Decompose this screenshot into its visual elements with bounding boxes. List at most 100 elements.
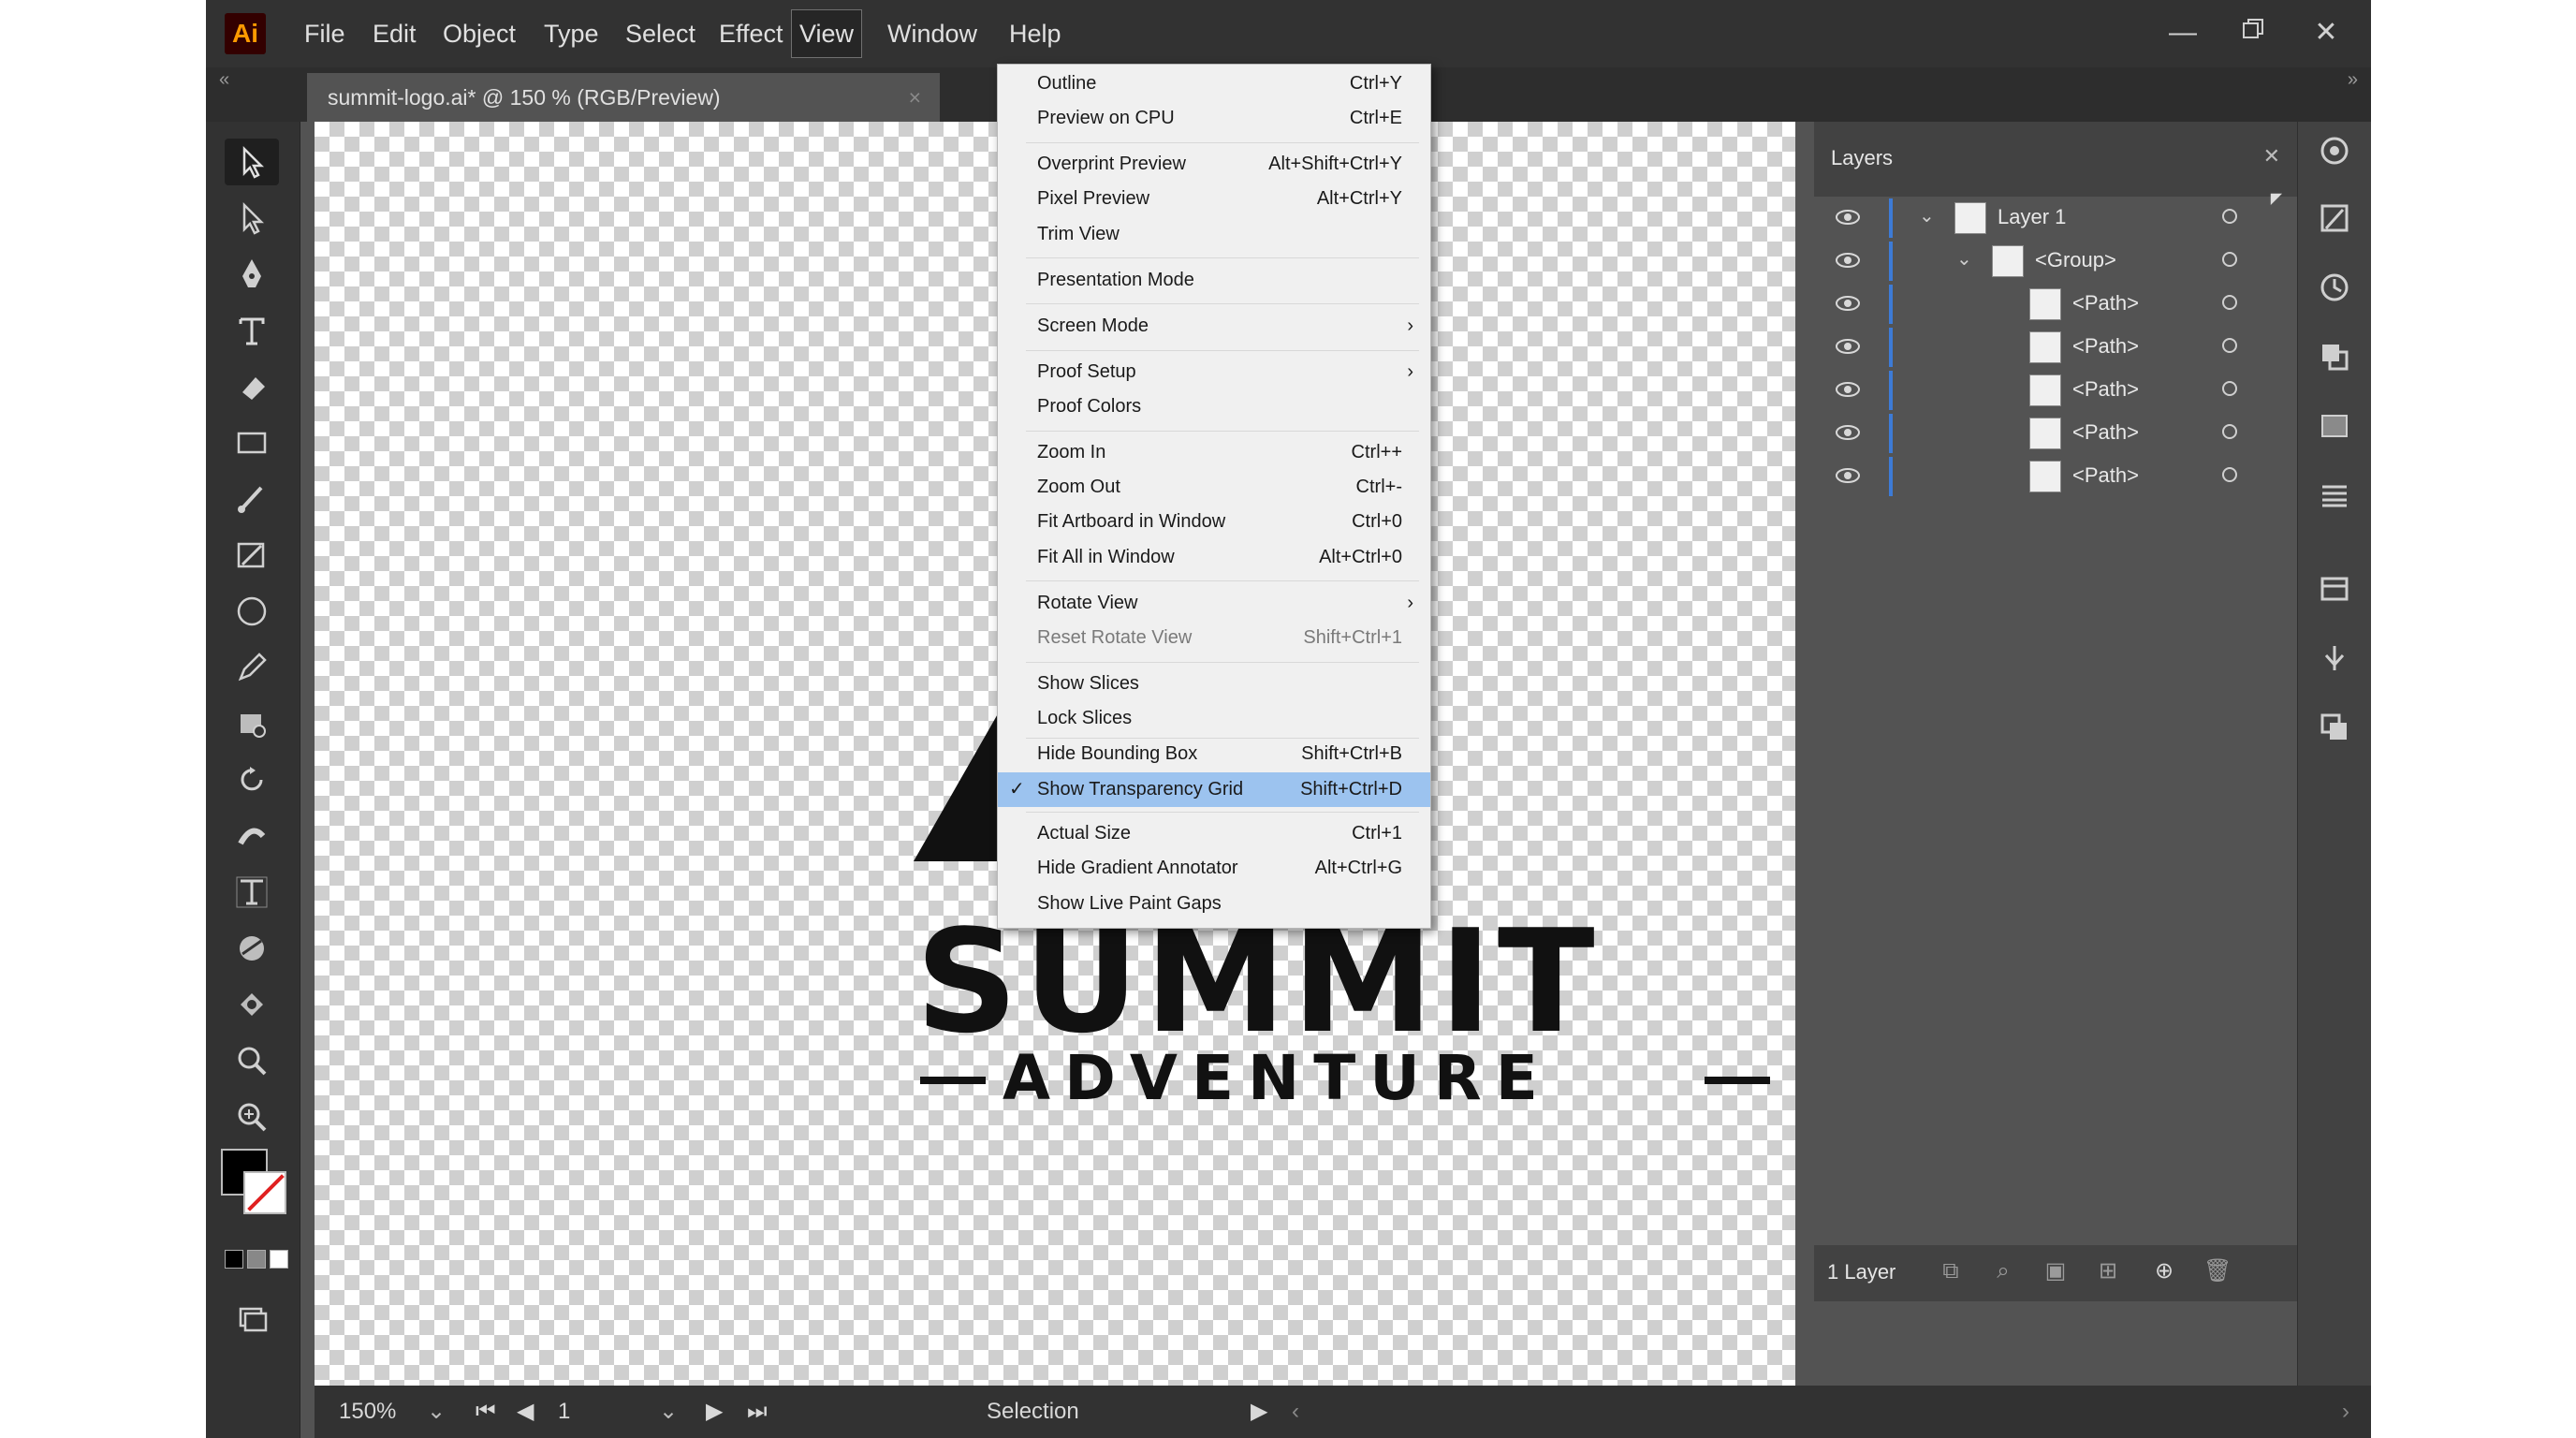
new-sublayer-icon[interactable]: ⊞ [2095,1258,2121,1284]
menu-item-zoom-out[interactable]: Zoom Out Ctrl+- [998,470,1430,505]
stroke-panel-icon[interactable] [2315,476,2354,515]
pen-tool-icon[interactable] [225,251,279,298]
document-tab[interactable]: summit-logo.ai* @ 150 % (RGB/Preview) × [307,73,940,122]
magnify-tool-icon[interactable] [225,1093,279,1140]
restore-icon[interactable] [2225,9,2281,56]
menu-item-lock-slices[interactable]: Lock Slices [998,701,1430,736]
target-icon[interactable] [2222,295,2237,310]
clipping-mask-icon[interactable]: ▣ [2042,1258,2069,1284]
scroll-right-icon[interactable]: › [2342,1386,2349,1438]
layer-name[interactable]: <Path> [2072,334,2139,359]
warp-tool-icon[interactable] [225,813,279,859]
target-icon[interactable] [2222,467,2237,482]
layer-name[interactable]: Layer 1 [1998,205,2066,229]
color-mode-swatch[interactable] [225,1250,243,1269]
properties-panel-icon[interactable] [2315,198,2354,238]
menu-item-presentation-mode[interactable]: Presentation Mode [998,263,1430,298]
artboards-panel-icon[interactable] [2315,708,2354,747]
none-mode-swatch[interactable] [270,1250,288,1269]
scroll-left-icon[interactable]: ‹ [1292,1386,1299,1438]
target-icon[interactable] [2222,252,2237,267]
layer-row[interactable]: <Path> [1814,326,2297,369]
shaper-tool-icon[interactable] [225,532,279,579]
menu-item-hide-gradient-annotator[interactable]: Hide Gradient Annotator Alt+Ctrl+G [998,851,1430,886]
menu-item-pixel-preview[interactable]: Pixel Preview Alt+Ctrl+Y [998,182,1430,216]
artboard-number[interactable]: 1 [558,1386,570,1438]
export-icon[interactable]: ⧉ [1938,1258,1964,1284]
layer-row[interactable]: <Path> [1814,412,2297,455]
gradient-panel-icon[interactable] [2315,406,2354,446]
tab-close-icon[interactable]: × [909,73,921,122]
menu-item-fit-artboard[interactable]: Fit Artboard in Window Ctrl+0 [998,505,1430,539]
eye-icon[interactable] [1835,466,1861,485]
artboard-dropdown-icon[interactable]: ⌄ [659,1386,678,1438]
layer-name[interactable]: <Path> [2072,463,2139,488]
collapse-right-icon[interactable]: » [2348,69,2358,91]
zoom-dropdown-icon[interactable]: ⌄ [427,1386,446,1438]
menu-file[interactable]: File [297,13,353,54]
pencil-tool-icon[interactable] [225,644,279,691]
menu-item-proof-setup[interactable]: Proof Setup › [998,355,1430,389]
rectangle-tool-icon[interactable] [225,419,279,466]
type-tool-icon[interactable] [225,307,279,354]
menu-type[interactable]: Type [536,13,607,54]
layer-name[interactable]: <Group> [2035,248,2116,272]
pathfinder-panel-icon[interactable] [2315,337,2354,376]
rotate-tool-icon[interactable] [225,756,279,803]
eye-icon[interactable] [1835,380,1861,399]
status-menu-arrow-icon[interactable]: ▶ [1251,1386,1267,1438]
target-icon[interactable] [2222,381,2237,396]
eye-icon[interactable] [1835,208,1861,227]
menu-select[interactable]: Select [618,13,703,54]
selection-tool-icon[interactable] [225,139,279,185]
minimize-icon[interactable]: — [2155,9,2211,56]
ellipse-tool-icon[interactable] [225,588,279,635]
menu-item-screen-mode[interactable]: Screen Mode › [998,309,1430,344]
libraries-panel-icon[interactable] [2315,569,2354,609]
symbols-panel-icon[interactable] [2315,638,2354,678]
area-type-tool-icon[interactable] [225,869,279,916]
layer-row[interactable]: ⌄ <Group> [1814,240,2297,283]
menu-item-outline[interactable]: Outline Ctrl+Y [998,66,1430,101]
live-paint-tool-icon[interactable] [225,981,279,1028]
menu-item-actual-size[interactable]: Actual Size Ctrl+1 [998,816,1430,851]
trash-icon[interactable]: 🗑 [2203,1258,2232,1284]
stroke-swatch[interactable] [243,1171,286,1214]
close-icon[interactable]: ✕ [2298,9,2354,56]
menu-help[interactable]: Help [1002,13,1069,54]
previous-artboard-icon[interactable]: ◀ [517,1386,534,1438]
layer-row[interactable]: <Path> [1814,369,2297,412]
last-artboard-icon[interactable]: ⏭ [747,1386,768,1438]
panel-close-icon[interactable]: ✕ [2263,144,2280,169]
zoom-level[interactable]: 150% [339,1386,396,1438]
eye-icon[interactable] [1835,337,1861,356]
shape-builder-tool-icon[interactable] [225,700,279,747]
screen-mode-icon[interactable] [225,1295,279,1342]
layer-row[interactable]: <Path> [1814,283,2297,326]
layer-row[interactable]: ⌄ Layer 1 [1814,197,2297,240]
menu-window[interactable]: Window [880,13,985,54]
blend-tool-icon[interactable] [225,925,279,972]
menu-item-show-live-paint-gaps[interactable]: Show Live Paint Gaps [998,887,1430,921]
zoom-tool-icon[interactable] [225,1037,279,1084]
gradient-mode-swatch[interactable] [247,1250,266,1269]
collapse-left-icon[interactable]: « [219,69,229,91]
layers-panel-title[interactable]: Layers [1831,146,1893,170]
target-icon[interactable] [2222,209,2237,224]
menu-item-show-slices[interactable]: Show Slices [998,667,1430,701]
menu-edit[interactable]: Edit [365,13,424,54]
menu-object[interactable]: Object [435,13,523,54]
chevron-down-icon[interactable]: ⌄ [1919,204,1935,227]
menu-item-proof-colors[interactable]: Proof Colors [998,389,1430,424]
menu-effect[interactable]: Effect [711,13,791,54]
layer-row[interactable]: <Path> [1814,455,2297,498]
menu-item-trim-view[interactable]: Trim View [998,217,1430,252]
layer-name[interactable]: <Path> [2072,291,2139,315]
new-layer-icon[interactable]: ⊕ [2151,1258,2177,1284]
next-artboard-icon[interactable]: ▶ [706,1386,723,1438]
menu-item-rotate-view[interactable]: Rotate View › [998,586,1430,621]
history-panel-icon[interactable] [2315,268,2354,307]
menu-item-fit-all[interactable]: Fit All in Window Alt+Ctrl+0 [998,540,1430,575]
layer-name[interactable]: <Path> [2072,377,2139,402]
locate-object-icon[interactable]: ⌕ [1990,1258,2016,1284]
